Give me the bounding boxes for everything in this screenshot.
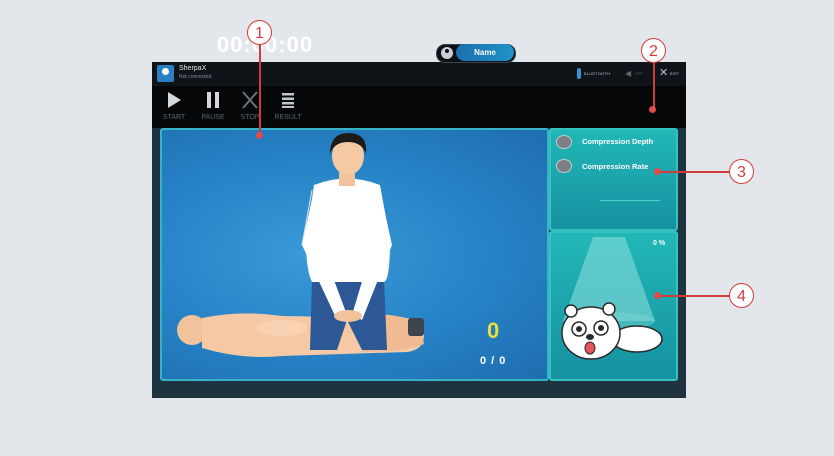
start-label: START — [162, 114, 186, 121]
callout-2-leader — [653, 62, 655, 108]
callout-3-dot — [654, 168, 661, 175]
progress-percent: 0 % — [653, 240, 666, 247]
pause-label: PAUSE — [201, 114, 225, 121]
pause-icon — [207, 92, 219, 108]
play-icon — [168, 92, 181, 108]
compression-rate-label: Compression Rate — [582, 162, 649, 171]
depth-indicator-icon — [556, 135, 572, 149]
callout-2: 2 — [641, 38, 666, 63]
callout-4: 4 — [729, 283, 754, 308]
name-button[interactable]: Name — [456, 44, 514, 61]
callout-1: 1 — [247, 20, 272, 45]
mannequin-image — [177, 313, 424, 357]
callout-1-leader — [259, 42, 261, 134]
callout-1-dot — [256, 132, 263, 139]
title-bar: SherpaX Not connected BLUETOOTH ◀ OFF ✕ … — [152, 62, 686, 86]
close-icon[interactable]: ✕ — [659, 66, 668, 80]
app-logo-icon — [157, 65, 174, 82]
app-name: SherpaX — [179, 65, 207, 72]
connection-status: Not connected — [179, 74, 212, 80]
result-label: RESULT — [274, 114, 302, 121]
rate-indicator-icon — [556, 159, 572, 173]
compression-depth-label: Compression Depth — [582, 137, 654, 146]
feedback-divider — [600, 200, 660, 201]
exit-label[interactable]: EXIT — [670, 71, 679, 76]
start-button[interactable]: START — [154, 86, 194, 128]
callout-4-leader — [660, 295, 730, 297]
compression-count: 0 — [487, 318, 500, 343]
pause-button[interactable]: PAUSE — [193, 86, 233, 128]
stop-icon — [242, 91, 258, 109]
status-illustration — [561, 237, 663, 360]
stop-label: STOP — [240, 114, 260, 121]
volume-icon[interactable]: ◀ — [625, 69, 633, 78]
rescuer-image — [301, 132, 392, 350]
bluetooth-icon[interactable] — [577, 68, 581, 79]
result-list-icon — [282, 93, 294, 108]
callout-3: 3 — [729, 159, 754, 184]
status-panel — [549, 231, 678, 381]
bluetooth-label[interactable]: BLUETOOTH — [584, 71, 610, 76]
result-button[interactable]: RESULT — [268, 86, 308, 128]
user-avatar-icon — [441, 47, 453, 59]
callout-4-dot — [654, 292, 661, 299]
compression-ratio: 0 / 0 — [480, 355, 507, 367]
callout-3-leader — [660, 171, 730, 173]
stop-button[interactable]: STOP — [230, 86, 270, 128]
callout-2-dot — [649, 106, 656, 113]
toolbar: START PAUSE STOP RESULT — [152, 86, 686, 128]
volume-label[interactable]: OFF — [635, 71, 643, 76]
